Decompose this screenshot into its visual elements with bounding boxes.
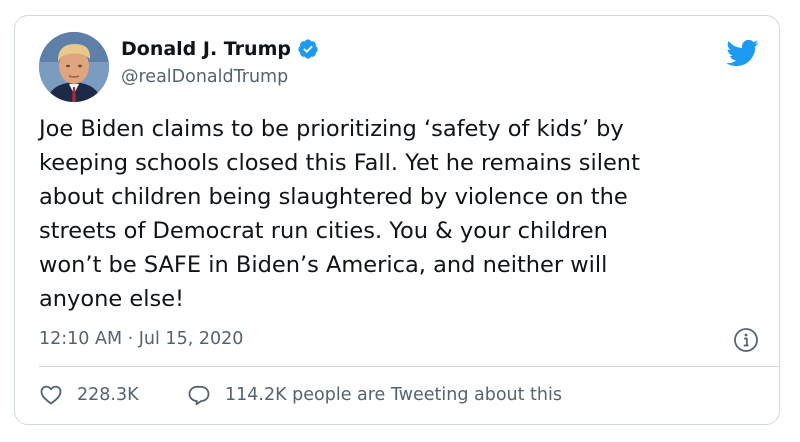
heart-icon bbox=[40, 385, 62, 405]
tweet-card: Donald J. Trump @realDonaldTrump Joe Bid… bbox=[14, 15, 780, 425]
name-row: Donald J. Trump bbox=[121, 38, 319, 60]
twitter-bird-icon[interactable] bbox=[725, 38, 759, 68]
display-name[interactable]: Donald J. Trump bbox=[121, 38, 291, 60]
divider bbox=[39, 366, 779, 367]
tweet-timestamp[interactable]: 12:10 AM · Jul 15, 2020 bbox=[39, 329, 243, 349]
tweet-text: Joe Biden claims to be prioritizing ‘saf… bbox=[39, 116, 640, 312]
speech-bubble-icon bbox=[188, 385, 210, 406]
verified-badge-icon bbox=[297, 38, 319, 60]
tweeting-about-link[interactable]: 114.2K people are Tweeting about this bbox=[187, 383, 562, 407]
tweeting-about-text: 114.2K people are Tweeting about this bbox=[225, 385, 562, 405]
user-handle[interactable]: @realDonaldTrump bbox=[121, 67, 288, 87]
like-count: 228.3K bbox=[77, 385, 139, 405]
info-icon[interactable] bbox=[733, 327, 759, 353]
avatar[interactable] bbox=[39, 32, 109, 102]
like-button[interactable]: 228.3K bbox=[39, 383, 139, 407]
